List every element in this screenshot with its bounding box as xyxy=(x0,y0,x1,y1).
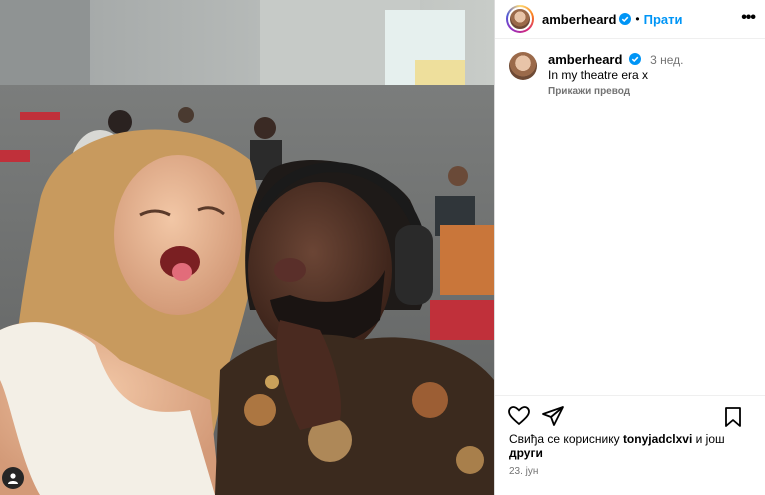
caption-avatar[interactable] xyxy=(509,52,537,80)
author-avatar[interactable] xyxy=(506,5,534,33)
separator-dot: • xyxy=(635,12,640,26)
caption-body: amberheard 3 нед. In my theatre era x Пр… xyxy=(548,52,684,99)
translate-link[interactable]: Прикажи превод xyxy=(548,84,684,99)
verified-badge-icon xyxy=(619,13,632,25)
post-date[interactable]: 23. јун xyxy=(495,460,765,495)
caption-username[interactable]: amberheard xyxy=(548,52,622,67)
likes-summary: Свиђа се кориснику tonyjadclxvi и још др… xyxy=(495,432,765,460)
paper-plane-icon[interactable] xyxy=(541,404,565,428)
likes-others-link[interactable]: други xyxy=(509,446,543,460)
user-tag-icon xyxy=(8,473,18,484)
photo-illustration xyxy=(0,0,494,495)
tag-button[interactable] xyxy=(2,467,24,489)
heart-icon[interactable] xyxy=(507,404,531,428)
caption-text: In my theatre era x xyxy=(548,68,649,82)
more-options-button[interactable]: ••• xyxy=(741,9,756,27)
author-username[interactable]: amberheard xyxy=(542,12,616,27)
comments-area xyxy=(495,99,765,395)
caption-timestamp[interactable]: 3 нед. xyxy=(650,53,683,67)
action-bar xyxy=(495,395,765,436)
follow-button[interactable]: Прати xyxy=(644,12,683,27)
post-photo[interactable] xyxy=(0,0,494,495)
post-header: amberheard • Прати ••• xyxy=(495,0,765,39)
bookmark-icon[interactable] xyxy=(721,405,745,429)
post-side-panel: amberheard • Прати ••• amberheard 3 нед. xyxy=(494,0,765,495)
post-viewer: amberheard • Прати ••• amberheard 3 нед. xyxy=(0,0,765,495)
verified-badge-icon xyxy=(628,53,641,65)
caption: amberheard 3 нед. In my theatre era x Пр… xyxy=(495,39,765,99)
